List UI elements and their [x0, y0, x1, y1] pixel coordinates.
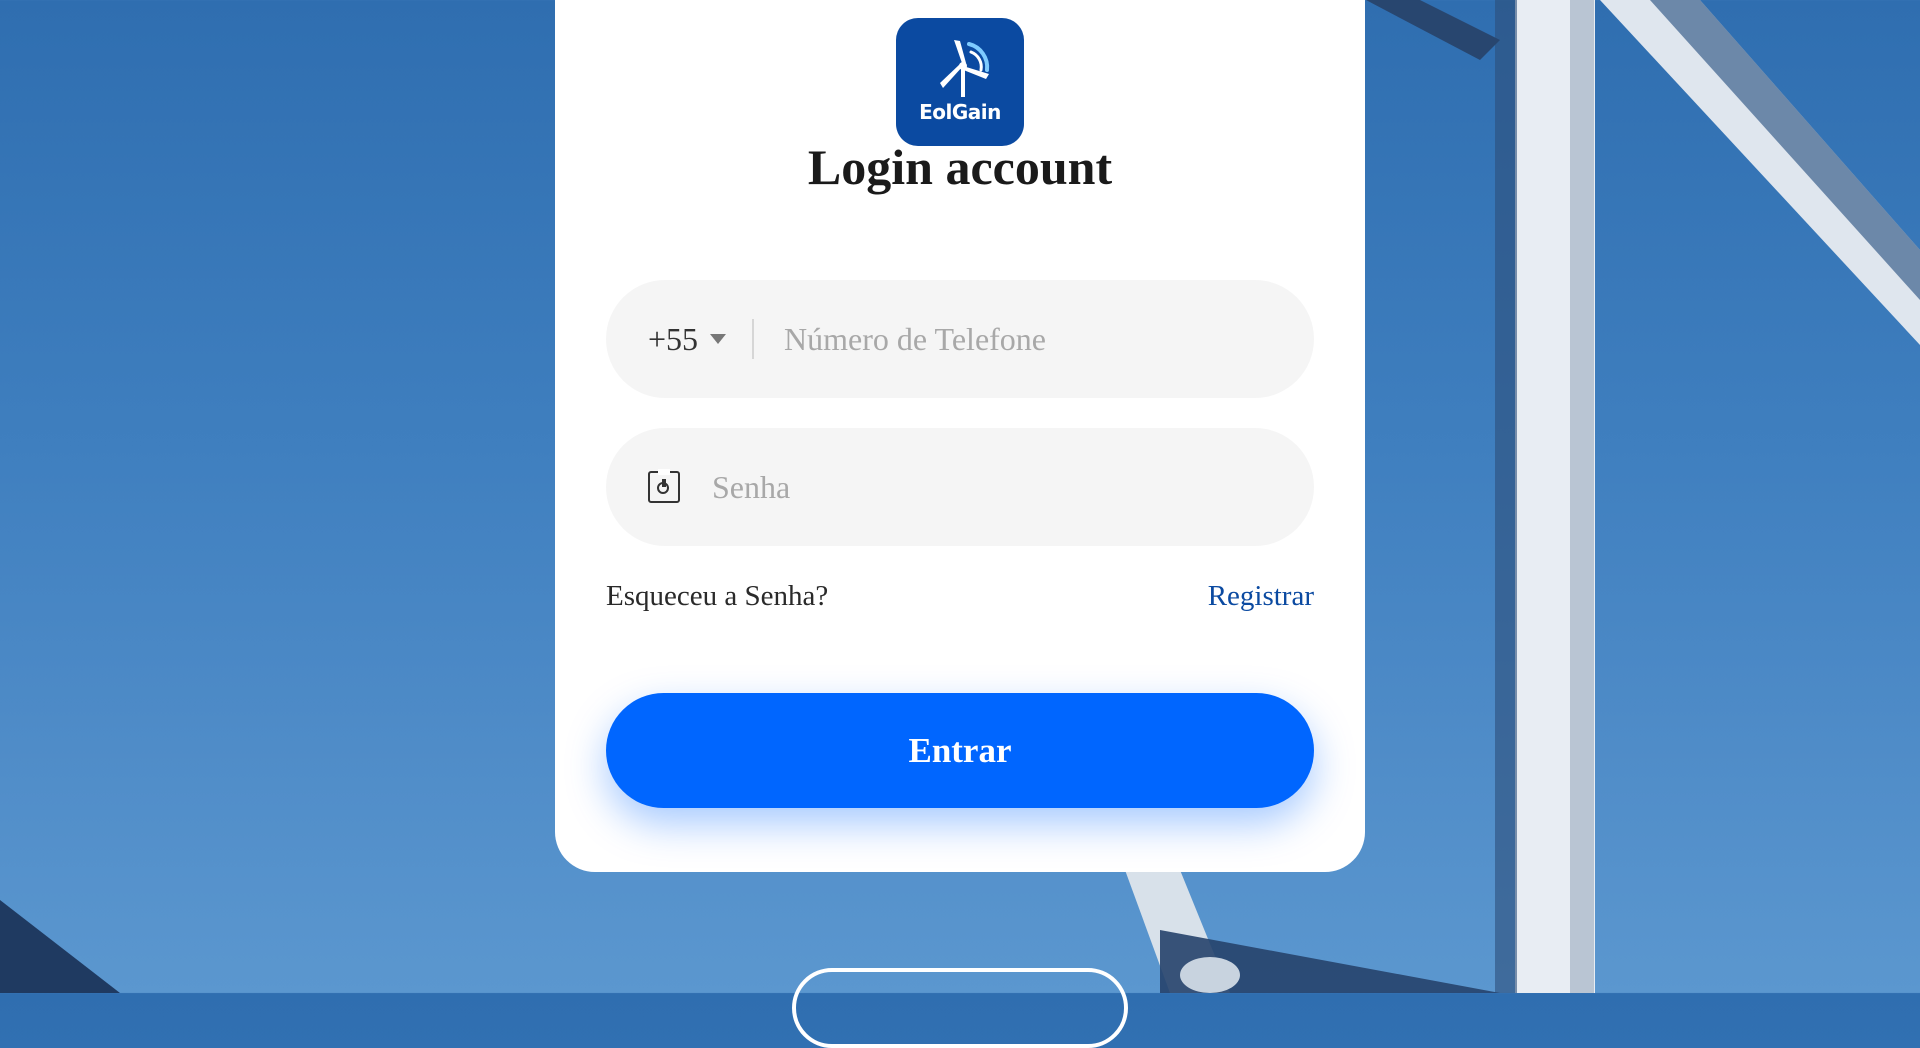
page-title: Login account — [807, 139, 1113, 195]
phone-input[interactable] — [782, 308, 1314, 370]
wind-turbine-icon — [940, 40, 990, 97]
logo-text: EolGain — [919, 100, 1001, 124]
field-divider — [752, 319, 755, 359]
phone-field: +55 — [606, 280, 1314, 398]
password-input[interactable] — [710, 456, 1314, 518]
login-card: EolGain Login account +55 Esqueceu a Sen… — [555, 0, 1365, 872]
login-button[interactable]: Entrar — [606, 693, 1314, 808]
register-link[interactable]: Registrar — [1208, 580, 1314, 613]
secondary-button[interactable] — [792, 968, 1128, 1048]
chevron-down-icon[interactable] — [710, 334, 727, 344]
country-code-select[interactable]: +55 — [648, 321, 698, 358]
password-field — [606, 428, 1314, 546]
app-logo: EolGain — [896, 18, 1024, 146]
lock-icon — [648, 469, 680, 503]
forgot-password-link[interactable]: Esqueceu a Senha? — [606, 580, 828, 613]
auth-links: Esqueceu a Senha? Registrar — [606, 580, 1314, 613]
